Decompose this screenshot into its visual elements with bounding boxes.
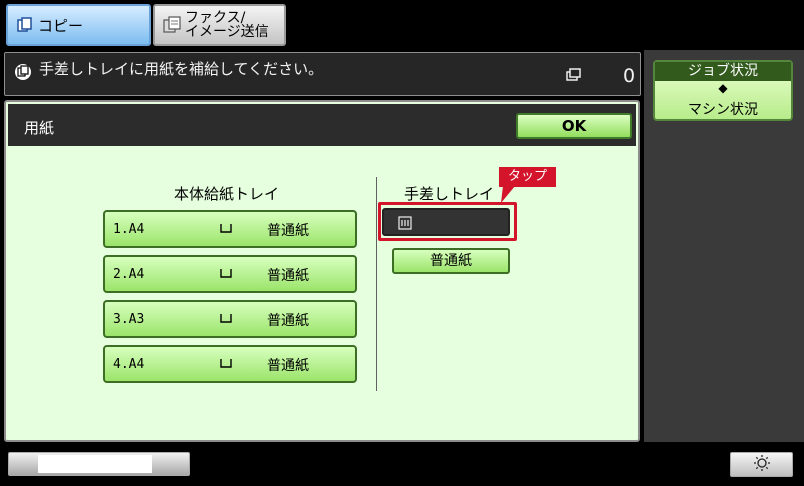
copy-icon (16, 16, 34, 34)
tray-button-1[interactable]: 1.A4 普通紙 (103, 210, 357, 248)
tray-number: 3.A3 (113, 312, 145, 327)
tray-number: 1.A4 (113, 222, 145, 237)
tap-callout: タップ (499, 167, 556, 187)
dialog-title: 用紙 (24, 119, 55, 137)
main-tray-title: 本体給紙トレイ (174, 185, 280, 203)
paper-type: 普通紙 (267, 223, 309, 239)
dialog-header: 用紙 OK (8, 104, 636, 146)
brightness-button[interactable] (730, 452, 793, 477)
machine-status-label: マシン状況 (688, 102, 758, 118)
bypass-tray-title: 手差しトレイ (404, 185, 495, 203)
paper-type: 普通紙 (267, 268, 309, 284)
bypass-paper-type-button[interactable]: 普通紙 (392, 248, 510, 274)
ok-button[interactable]: OK (516, 113, 632, 139)
tap-highlight-frame (378, 202, 517, 241)
tab-fax-label: ファクス/ イメージ送信 (185, 11, 269, 39)
up-down-arrow-icon: ◆ (718, 81, 728, 95)
status-message: 手差しトレイに用紙を補給してください。 (39, 60, 324, 78)
section-divider (376, 177, 377, 391)
tray-button-3[interactable]: 3.A3 普通紙 (103, 300, 357, 338)
tray-button-2[interactable]: 2.A4 普通紙 (103, 255, 357, 293)
callout-pointer (499, 186, 519, 208)
job-status-label: ジョブ状況 (655, 62, 791, 81)
message-bar: 手差しトレイに用紙を補給してください。 0 (4, 52, 641, 96)
tray-icon (219, 357, 233, 373)
job-status-button[interactable]: ジョブ状況 ◆ マシン状況 (653, 60, 793, 121)
copy-count: 0 (623, 65, 636, 87)
tray-button-4[interactable]: 4.A4 普通紙 (103, 345, 357, 383)
paper-type: 普通紙 (267, 313, 309, 329)
tray-icon (219, 267, 233, 283)
paper-dialog: 用紙 OK 本体給紙トレイ 手差しトレイ 1.A4 普通紙 2.A4 普通紙 3… (4, 100, 640, 442)
fax-icon (163, 16, 181, 34)
brightness-icon (752, 454, 772, 476)
copy-mode-icon (14, 63, 32, 85)
tab-copy-label: コピー (38, 16, 84, 35)
tab-copy[interactable]: コピー (6, 4, 151, 46)
tab-fax-label-line2: イメージ送信 (185, 24, 269, 40)
tray-number: 2.A4 (113, 267, 145, 282)
tray-number: 4.A4 (113, 357, 145, 372)
tray-icon (219, 312, 233, 328)
tab-fax-image-send[interactable]: ファクス/ イメージ送信 (153, 4, 286, 46)
paper-type: 普通紙 (267, 358, 309, 374)
tray-icon (219, 222, 233, 238)
copies-icon (566, 67, 582, 86)
scroll-thumb[interactable] (38, 455, 152, 473)
